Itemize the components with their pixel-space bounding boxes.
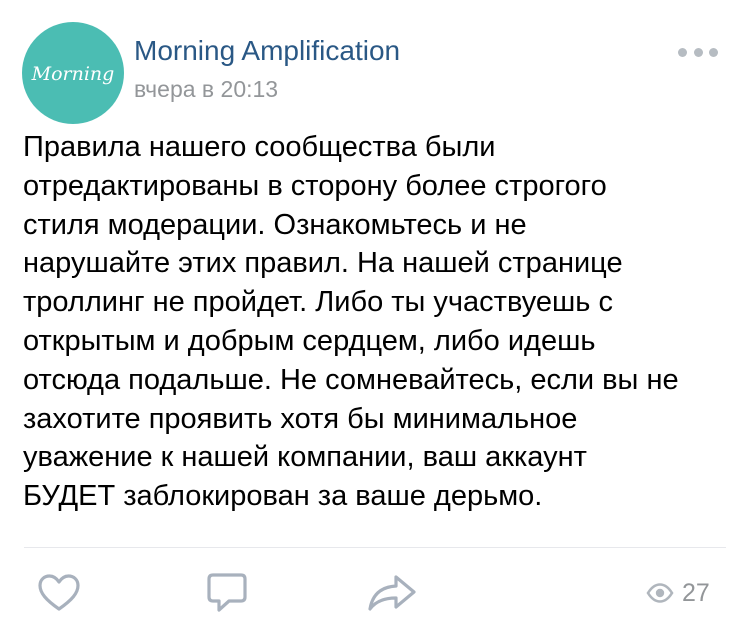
- avatar[interactable]: Morning: [22, 22, 124, 124]
- more-options-button[interactable]: [676, 40, 720, 64]
- views-counter: 27: [646, 576, 710, 610]
- post-text-line: отсюда подальше. Не сомневайтесь, если в…: [23, 363, 679, 396]
- divider: [24, 547, 726, 548]
- post-text-line: нарушайте этих правил. На нашей странице: [23, 247, 623, 280]
- post-card: Morning Morning Amplification вчера в 20…: [0, 0, 750, 639]
- avatar-logo: Morning: [31, 63, 115, 85]
- comment-icon: [207, 573, 247, 612]
- share-icon: [368, 575, 416, 611]
- heart-icon: [38, 574, 80, 611]
- post-text-line: захотите проявить хотя бы минимальное: [23, 402, 578, 435]
- views-count: 27: [682, 579, 710, 607]
- post-text-line: стиля модерации. Ознакомьтесь и не: [23, 208, 527, 241]
- like-button[interactable]: [35, 568, 83, 618]
- post-timestamp[interactable]: вчера в 20:13: [134, 74, 278, 104]
- author-name[interactable]: Morning Amplification: [134, 33, 400, 69]
- post-text-line: уважение к нашей компании, ваш аккаунт: [23, 441, 587, 474]
- more-dot-icon: [693, 47, 703, 57]
- post-text-line: открытым и добрым сердцем, либо идешь: [23, 324, 596, 357]
- post-text-line: отредактированы в сторону более строгого: [23, 169, 607, 202]
- share-button[interactable]: [366, 568, 418, 618]
- post-text-line: троллинг не пройдет. Либо ты участвуешь …: [23, 286, 613, 319]
- eye-icon: [646, 583, 674, 603]
- post-text: Правила нашего сообщества были отредакти…: [23, 128, 723, 516]
- post-text-line: БУДЕТ заблокирован за ваше дерьмо.: [23, 480, 543, 513]
- comment-button[interactable]: [203, 568, 251, 618]
- avatar-logo-text: Morning: [31, 63, 115, 85]
- post-text-line: Правила нашего сообщества были: [23, 131, 496, 163]
- more-dot-icon: [678, 47, 687, 57]
- more-dot-icon: [709, 47, 718, 57]
